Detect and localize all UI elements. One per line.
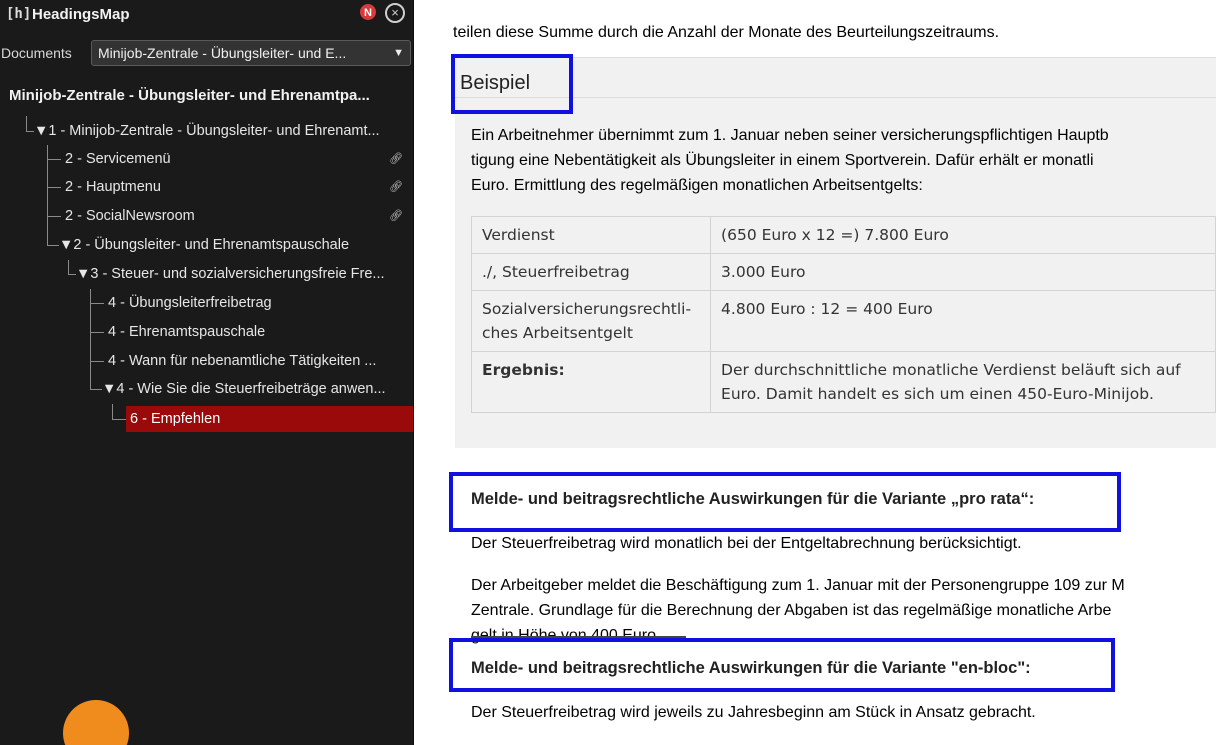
- documents-label: Documents: [1, 45, 72, 61]
- tree-item[interactable]: 4 - Ehrenamtspauschale: [108, 319, 409, 345]
- tree-connector: [47, 216, 61, 217]
- tree-item[interactable]: 2 - Servicemenü 🔗︎: [65, 146, 409, 172]
- tree-connector: [90, 389, 102, 390]
- highlight-box: [451, 54, 573, 114]
- calculation-table: Verdienst (650 Euro x 12 =) 7.800 Euro .…: [470, 216, 1216, 413]
- panel-header: [h] HeadingsMap N ×: [0, 0, 413, 40]
- highlight-box: [449, 638, 1115, 692]
- tree-connector: [68, 274, 76, 275]
- tree-item[interactable]: 4 - Übungsleiterfreibetrag: [108, 290, 409, 316]
- chevron-down-icon: ▼: [393, 47, 404, 59]
- table-row: Sozialversicherungsrechtli- ches Arbeits…: [470, 290, 1216, 352]
- app-title: HeadingsMap: [32, 6, 130, 23]
- tree-item[interactable]: 2 - Hauptmenu 🔗︎: [65, 174, 409, 200]
- table-cell-bold: Ergebnis:: [470, 351, 712, 413]
- tree-connector: [26, 131, 34, 132]
- tree-connector: [112, 419, 126, 420]
- tree-item[interactable]: ▼3 - Steuer- und sozialversicherungsfrei…: [76, 261, 409, 287]
- example-text-line: Euro. Ermittlung des regelmäßigen monatl…: [471, 177, 923, 194]
- documents-select[interactable]: Minijob-Zentrale - Übungsleiter- und E..…: [91, 40, 411, 66]
- link-icon: 🔗︎: [389, 153, 403, 165]
- tree-connector: [47, 145, 48, 246]
- close-icon[interactable]: ×: [385, 3, 405, 23]
- warning-icon[interactable]: N: [359, 3, 377, 21]
- highlight-box: [449, 472, 1121, 532]
- tree-item[interactable]: 2 - SocialNewsroom 🔗︎: [65, 203, 409, 229]
- body-text: Der Steuerfreibetrag wird monatlich bei …: [471, 535, 1022, 552]
- table-cell: (650 Euro x 12 =) 7.800 Euro: [710, 216, 1216, 254]
- table-cell: 4.800 Euro : 12 = 400 Euro: [710, 290, 1216, 352]
- tree-item[interactable]: ▼4 - Wie Sie die Steuerfreibeträge anwen…: [102, 376, 409, 402]
- table-cell: 3.000 Euro: [710, 253, 1216, 291]
- tree-connector: [47, 245, 59, 246]
- table-row: Verdienst (650 Euro x 12 =) 7.800 Euro: [470, 216, 1216, 254]
- tree-item[interactable]: 4 - Wann für nebenamtliche Tätigkeiten .…: [108, 348, 409, 374]
- tree-item[interactable]: ▼1 - Minijob-Zentrale - Übungsleiter- un…: [34, 118, 409, 144]
- tree-item-active[interactable]: 6 - Empfehlen: [126, 406, 413, 432]
- document-heading[interactable]: Minijob-Zentrale - Übungsleiter- und Ehr…: [9, 87, 370, 104]
- body-text: Der Arbeitgeber meldet die Beschäftigung…: [471, 577, 1125, 594]
- tree-connector: [47, 187, 61, 188]
- documents-select-value: Minijob-Zentrale - Übungsleiter- und E..…: [98, 45, 347, 61]
- tree-connector: [26, 116, 27, 132]
- table-cell: ./, Steuerfreibetrag: [470, 253, 712, 291]
- tree-connector: [112, 404, 113, 419]
- tree-connector: [68, 260, 69, 274]
- example-text-line: tigung eine Nebentätigkeit als Übungslei…: [471, 152, 1094, 169]
- tree-connector: [90, 303, 104, 304]
- table-row: Ergebnis: Der durchschnittliche monatlic…: [470, 351, 1216, 413]
- intro-text: teilen diese Summe durch die Anzahl der …: [453, 24, 1000, 41]
- tree-connector: [90, 332, 104, 333]
- svg-text:N: N: [364, 7, 372, 19]
- table-cell: Der durchschnittliche monatliche Verdien…: [710, 351, 1216, 413]
- link-icon: 🔗︎: [389, 210, 403, 222]
- tree-item[interactable]: ▼2 - Übungsleiter- und Ehrenamtspauschal…: [59, 232, 409, 258]
- table-cell: Sozialversicherungsrechtli- ches Arbeits…: [470, 290, 712, 352]
- headingsmap-logo-icon: [h]: [6, 6, 32, 22]
- tree-connector: [47, 159, 61, 160]
- body-text: Zentrale. Grundlage für die Berechnung d…: [471, 602, 1112, 619]
- body-text: Der Steuerfreibetrag wird jeweils zu Jah…: [471, 704, 1036, 721]
- tree-connector: [90, 361, 104, 362]
- table-cell: Verdienst: [470, 216, 712, 254]
- table-row: ./, Steuerfreibetrag 3.000 Euro: [470, 253, 1216, 291]
- link-icon: 🔗︎: [389, 181, 403, 193]
- headingsmap-panel: [h] HeadingsMap N × Documents Minijob-Ze…: [0, 0, 414, 745]
- tree-connector: [90, 289, 91, 390]
- example-text-line: Ein Arbeitnehmer übernimmt zum 1. Januar…: [471, 127, 1109, 144]
- floating-badge[interactable]: [63, 700, 129, 745]
